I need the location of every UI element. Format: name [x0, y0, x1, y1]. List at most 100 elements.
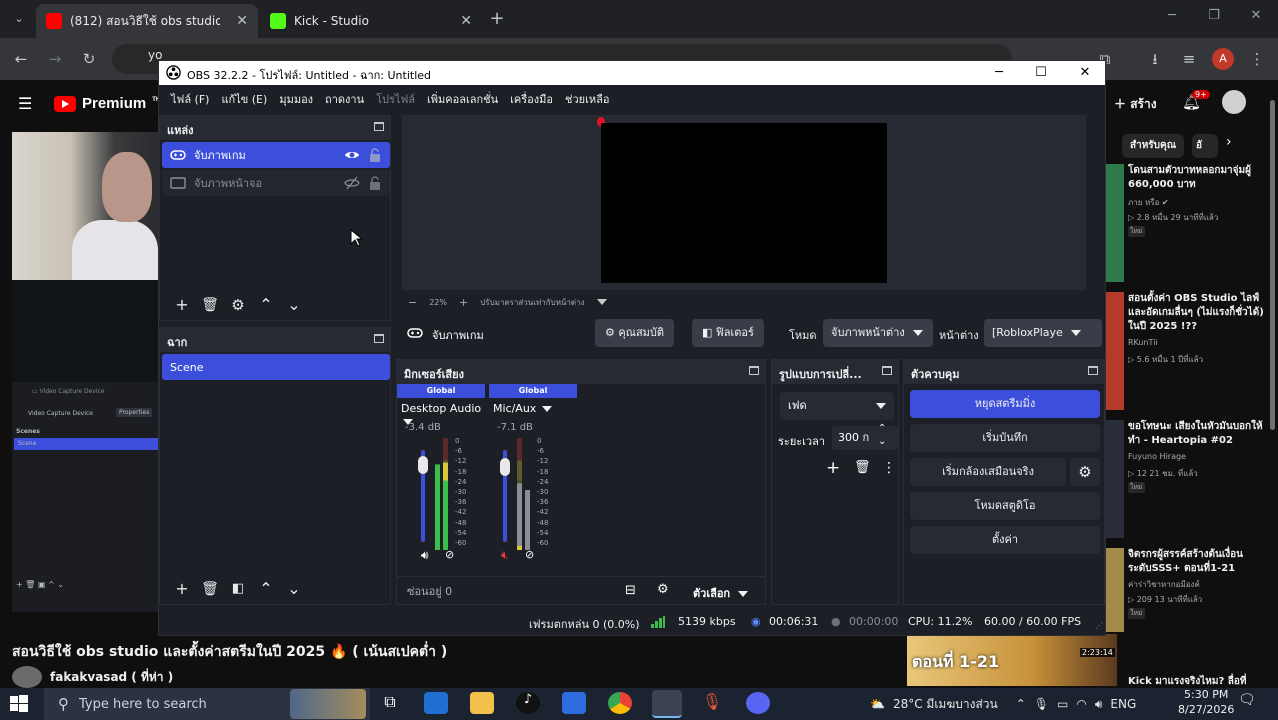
monitor-settings-icon[interactable]: ⊘: [445, 548, 454, 561]
close-icon[interactable]: ✕: [1075, 63, 1095, 83]
close-icon[interactable]: ✕: [236, 13, 248, 29]
menu-file[interactable]: ไฟล์ (F): [165, 90, 215, 108]
filter-icon[interactable]: ◧: [224, 575, 252, 603]
stop-streaming-button[interactable]: หยุดสตรีมมิ่ง: [910, 390, 1100, 418]
chevron-up-icon[interactable]: ⌃: [1016, 697, 1026, 711]
layout-icon[interactable]: ⊟: [625, 583, 636, 598]
user-avatar[interactable]: [1222, 90, 1246, 114]
lock-icon[interactable]: [368, 175, 382, 191]
minimize-icon[interactable]: ─: [989, 63, 1009, 83]
menu-profile[interactable]: โปรไฟล์: [370, 90, 421, 108]
microphone-icon[interactable]: 🎙︎: [1034, 697, 1049, 711]
gear-icon[interactable]: ⚙: [1070, 458, 1100, 486]
channel-avatar[interactable]: [12, 666, 42, 688]
fader-knob[interactable]: [500, 458, 510, 477]
recommendation-item[interactable]: สอนตั้งค่า OBS Studio ไลฟ์ และอัดเกมลื่น…: [1106, 292, 1274, 410]
back-icon[interactable]: ←: [10, 48, 32, 70]
chip-next[interactable]: อั: [1192, 134, 1218, 158]
menu-kebab-icon[interactable]: ⋮: [882, 460, 896, 476]
chevron-down-icon[interactable]: ⌄: [280, 291, 308, 319]
video-player[interactable]: ▭ Video Capture Device Video Capture Dev…: [12, 132, 158, 612]
tiktok-icon[interactable]: ♪: [516, 692, 540, 714]
download-icon[interactable]: ⭳: [1144, 48, 1166, 70]
gear-icon[interactable]: ⚙: [224, 291, 252, 319]
microphone-icon[interactable]: 🎙︎: [700, 692, 724, 714]
chevron-up-icon[interactable]: ⌃: [252, 575, 280, 603]
add-icon[interactable]: +: [826, 458, 840, 478]
float-dock-icon[interactable]: [749, 366, 759, 375]
clock[interactable]: 5:30 PM 8/27/2026: [1178, 687, 1234, 717]
wifi-icon[interactable]: ◠: [1076, 697, 1086, 711]
minimize-icon[interactable]: ─: [1160, 8, 1184, 23]
menu-view[interactable]: มุมมอง: [273, 90, 319, 108]
menu-tools[interactable]: เครื่องมือ: [504, 90, 559, 108]
float-dock-icon[interactable]: [374, 334, 384, 343]
youtube-logo[interactable]: Premium TH: [54, 95, 160, 112]
app-icon[interactable]: [562, 692, 586, 714]
menu-docks[interactable]: ถาดงาน: [319, 90, 370, 108]
channel-name[interactable]: Mic/Aux: [493, 402, 552, 415]
scene-item[interactable]: Scene: [162, 354, 390, 380]
close-icon[interactable]: ✕: [460, 13, 472, 29]
preview-area[interactable]: [402, 115, 1086, 290]
chip-for-you[interactable]: สำหรับคุณ: [1122, 134, 1184, 158]
file-explorer-icon[interactable]: [470, 692, 494, 714]
volume-icon[interactable]: 🔊︎: [1095, 697, 1103, 712]
recommendation-item[interactable]: จิตรกรผู้สรรค์สร้างต้นเงื่อนระดับSSS+ ตอ…: [1106, 548, 1274, 632]
close-icon[interactable]: ✕: [1244, 8, 1268, 23]
chevron-up-icon[interactable]: ⌃: [252, 291, 280, 319]
speaker-icon[interactable]: 🔊︎: [421, 548, 429, 563]
studio-mode-button[interactable]: โหมดสตูดิโอ: [910, 492, 1100, 520]
chevron-down-icon[interactable]: ⌄: [280, 575, 308, 603]
transition-select[interactable]: เฟด: [780, 392, 894, 420]
add-icon[interactable]: +: [168, 575, 196, 603]
duration-input[interactable]: 300 ก: [832, 426, 898, 450]
weather-text[interactable]: 28°C มีเมฆบางส่วน: [893, 695, 998, 714]
recommendation-item[interactable]: โดนสามตัวบาทหลอกมาจุ่มผู้ 660,000 บาท ภา…: [1106, 164, 1274, 282]
mode-select[interactable]: จับภาพหน้าต่าง: [823, 319, 933, 347]
duration-stepper[interactable]: ⌃ ⌄: [878, 422, 886, 448]
windows-start-icon[interactable]: [8, 693, 30, 715]
task-view-icon[interactable]: ⧉: [378, 692, 402, 714]
zoom-out-icon[interactable]: −: [408, 296, 417, 309]
microsoft-store-icon[interactable]: [424, 692, 448, 714]
media-control-icon[interactable]: ≡: [1178, 48, 1200, 70]
menu-help[interactable]: ช่วยเหลือ: [559, 90, 615, 108]
start-recording-button[interactable]: เริ่มบันทึก: [910, 424, 1100, 452]
menu-kebab-icon[interactable]: ⋮: [1246, 48, 1268, 70]
resize-grip-icon[interactable]: ⋰: [1095, 621, 1103, 630]
float-dock-icon[interactable]: [882, 366, 892, 375]
trash-icon[interactable]: 🗑︎: [196, 575, 224, 603]
menu-edit[interactable]: แก้ไข (E): [215, 90, 273, 108]
trash-icon[interactable]: 🗑︎: [854, 460, 871, 475]
browser-tab-kick[interactable]: Kick - Studio ✕: [260, 4, 482, 38]
filters-button[interactable]: ◧ ฟิลเตอร์: [692, 319, 764, 347]
reload-icon[interactable]: ↻: [78, 48, 100, 70]
gear-icon[interactable]: ⚙: [657, 582, 669, 597]
trash-icon[interactable]: 🗑︎: [196, 291, 224, 319]
language-indicator[interactable]: ENG: [1110, 697, 1136, 711]
menu-scene-collection[interactable]: เพิ่มคอลเลกชั่น: [421, 90, 504, 108]
scale-to-window-label[interactable]: ปรับมาตราส่วนเท่ากับหน้าต่าง: [480, 296, 584, 309]
lock-icon[interactable]: [368, 147, 382, 163]
recommendation-item[interactable]: ขอโทษนะ เสียงในหัวมันบอกให้ทำ - Heartopi…: [1106, 420, 1274, 538]
hamburger-menu-icon[interactable]: ☰: [18, 94, 32, 113]
window-select[interactable]: [RobloxPlaye: [984, 319, 1102, 347]
tab-search-button[interactable]: ⌄: [8, 8, 30, 30]
chevron-right-icon[interactable]: ›: [1226, 134, 1232, 150]
preview-canvas[interactable]: [601, 123, 887, 283]
zoom-in-icon[interactable]: +: [459, 296, 468, 309]
settings-button[interactable]: ตั้งค่า: [910, 526, 1100, 554]
float-dock-icon[interactable]: [374, 122, 384, 131]
obs-titlebar[interactable]: OBS 32.2.2 - โปรไฟล์: Untitled - ฉาก: Un…: [159, 61, 1105, 85]
eye-hidden-icon[interactable]: [344, 175, 360, 191]
notification-center-icon[interactable]: 🗨︎: [1238, 692, 1256, 710]
mixer-options-button[interactable]: ตัวเลือก: [693, 584, 749, 602]
new-tab-button[interactable]: +: [486, 8, 508, 30]
start-virtual-camera-button[interactable]: เริ่มกล้องเสมือนจริง: [910, 458, 1066, 486]
page-scrollbar[interactable]: [1270, 100, 1275, 430]
source-item-display-capture[interactable]: จับภาพหน้าจอ: [162, 170, 390, 196]
monitor-settings-icon[interactable]: ⊘: [525, 548, 534, 561]
display-icon[interactable]: ▭: [1057, 697, 1068, 711]
restore-icon[interactable]: ❐: [1202, 8, 1226, 23]
